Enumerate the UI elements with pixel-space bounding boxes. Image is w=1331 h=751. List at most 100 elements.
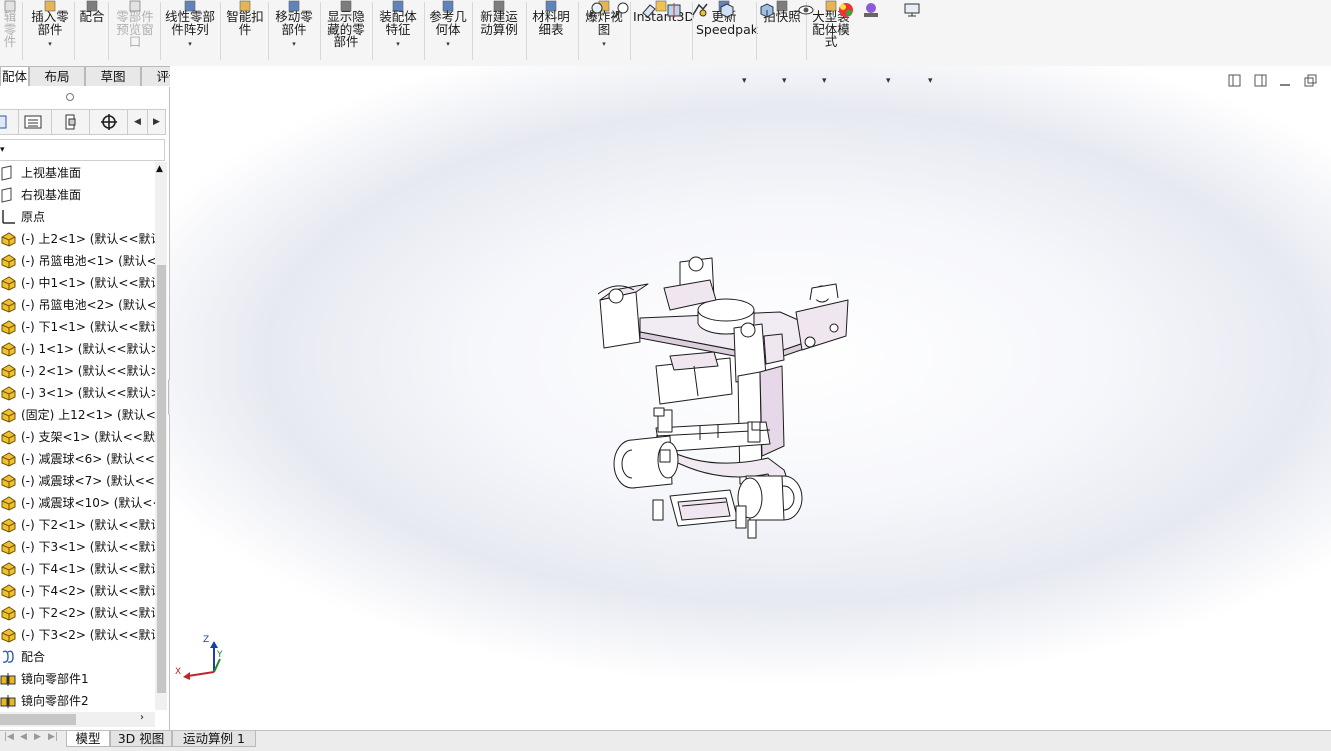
view-settings-dropdown-icon[interactable]: ▾: [928, 76, 933, 86]
view-orientation-button[interactable]: [716, 0, 736, 20]
tab-2[interactable]: 草图: [85, 66, 141, 86]
tree-item[interactable]: (-) 下3<2> (默认<<默认: [0, 624, 155, 646]
tree-item[interactable]: (-) 减震球<10> (默认<<: [0, 492, 155, 514]
hide-show-dropdown-icon[interactable]: ▾: [822, 76, 827, 86]
tree-item[interactable]: 上视基准面: [0, 162, 155, 184]
display-style-button[interactable]: [756, 0, 776, 20]
dropdown-arrow-icon[interactable]: ▾: [272, 38, 316, 51]
tree-hscroll-thumb[interactable]: [0, 714, 76, 725]
tree-item[interactable]: 镜向零部件2: [0, 690, 155, 710]
tree-item[interactable]: (-) 3<1> (默认<<默认>: [0, 382, 155, 404]
chevron-right-icon: ▶: [153, 117, 160, 127]
tree-item[interactable]: (固定) 上12<1> (默认<<: [0, 404, 155, 426]
zoom-to-area-button[interactable]: [612, 0, 632, 20]
dropdown-arrow-icon[interactable]: ▾: [27, 38, 73, 51]
part-icon: [0, 495, 16, 511]
tree-item[interactable]: (-) 中1<1> (默认<<默认: [0, 272, 155, 294]
hide-show-items-button[interactable]: [796, 0, 816, 20]
edit-appearance-button[interactable]: [836, 0, 856, 20]
bottom-tab-2[interactable]: 运动算例 1: [172, 731, 256, 747]
tree-item[interactable]: (-) 吊篮电池<1> (默认<: [0, 250, 155, 272]
section-view-button[interactable]: [664, 0, 684, 20]
dynamic-annotation-button[interactable]: [690, 0, 710, 20]
ribbon-button-6[interactable]: 移动零 部件 ▾: [272, 0, 316, 62]
ribbon-button-1[interactable]: 插入零 部件 ▾: [27, 0, 73, 62]
tab-scroll-left[interactable]: ◀: [128, 110, 148, 134]
tree-item[interactable]: 镜向零部件1: [0, 668, 155, 690]
tree-item[interactable]: 配合: [0, 646, 155, 668]
ribbon-separator: [472, 2, 473, 60]
part-icon: [0, 429, 16, 445]
tree-item-label: 右视基准面: [21, 188, 82, 202]
apply-scene-button[interactable]: [861, 0, 881, 20]
ribbon-button-9[interactable]: 参考几 何体 ▾: [426, 0, 470, 62]
property-manager-tab[interactable]: [14, 110, 52, 134]
tree-item[interactable]: (-) 上2<1> (默认<<默认: [0, 228, 155, 250]
ribbon-button-label: 新建运 动算例: [480, 9, 518, 37]
ribbon-button-2[interactable]: 配合: [76, 0, 108, 62]
bottom-tab-1[interactable]: 3D 视图: [110, 731, 172, 747]
tree-item[interactable]: (-) 2<1> (默认<<默认>: [0, 360, 155, 382]
tree-item[interactable]: (-) 下4<2> (默认<<默认: [0, 580, 155, 602]
eye-icon: [798, 5, 814, 15]
ribbon-button-7[interactable]: 显示隐 藏的零 部件: [324, 0, 368, 62]
ribbon-button-10[interactable]: 新建运 动算例: [477, 0, 521, 62]
tree-item[interactable]: (-) 减震球<7> (默认<<默: [0, 470, 155, 492]
tree-item[interactable]: 原点: [0, 206, 155, 228]
bottom-tab-0[interactable]: 模型: [66, 731, 110, 747]
scroll-up-icon: ▲: [156, 164, 163, 174]
graphics-area[interactable]: Z X Y: [170, 66, 1331, 730]
tree-item-label: (-) 吊篮电池<1> (默认<: [21, 254, 155, 268]
tree-item[interactable]: (-) 下1<1> (默认<<默认: [0, 316, 155, 338]
tab-scroll-right[interactable]: ▶: [148, 110, 166, 134]
tree-item[interactable]: (-) 下2<2> (默认<<默认: [0, 602, 155, 624]
triad-y-label: Y: [216, 650, 223, 660]
display-style-dropdown-icon[interactable]: ▾: [782, 76, 787, 86]
plane-icon: [0, 165, 16, 181]
tree-item[interactable]: 右视基准面: [0, 184, 155, 206]
property-manager-icon: [24, 115, 41, 129]
ribbon-button-3[interactable]: 零部件 预览窗 口: [112, 0, 158, 62]
previous-view-icon: [642, 4, 656, 18]
dimxpert-manager-tab[interactable]: [90, 110, 128, 134]
scene-dropdown-icon[interactable]: ▾: [886, 76, 891, 86]
tab-0[interactable]: 配体: [0, 66, 29, 86]
part-icon: [0, 341, 16, 357]
tile-right-icon[interactable]: [1254, 74, 1268, 88]
dropdown-arrow-icon[interactable]: ▾: [376, 38, 420, 51]
ribbon-button-4[interactable]: 线性零部 件阵列 ▾: [162, 0, 218, 62]
tree-filter[interactable]: ▾: [0, 139, 165, 161]
view-orientation-dropdown-icon[interactable]: ▾: [742, 76, 747, 86]
tree-item[interactable]: (-) 支架<1> (默认<<默认: [0, 426, 155, 448]
zoom-to-fit-button[interactable]: [586, 0, 606, 20]
tree-item[interactable]: (-) 下3<1> (默认<<默认: [0, 536, 155, 558]
tree-item[interactable]: (-) 下4<1> (默认<<默认: [0, 558, 155, 580]
panel-grip[interactable]: [66, 93, 74, 101]
view-settings-button[interactable]: [902, 0, 922, 20]
tree-item[interactable]: (-) 减震球<6> (默认<<默: [0, 448, 155, 470]
dropdown-arrow-icon[interactable]: ▾: [426, 38, 470, 51]
previous-view-button[interactable]: [639, 0, 659, 20]
ribbon-button-11[interactable]: 材料明 细表: [530, 0, 572, 62]
feature-tree-icon: [0, 115, 6, 129]
configuration-manager-tab[interactable]: [52, 110, 90, 134]
tree-item-label: (-) 下4<1> (默认<<默认: [21, 562, 155, 576]
dropdown-arrow-icon[interactable]: ▾: [162, 38, 218, 51]
tab-1[interactable]: 布局: [29, 66, 85, 86]
tile-left-icon[interactable]: [1228, 74, 1242, 88]
tree-item[interactable]: (-) 1<1> (默认<<默认>: [0, 338, 155, 360]
part-icon: [0, 231, 16, 247]
tree-item[interactable]: (-) 下2<1> (默认<<默认: [0, 514, 155, 536]
ribbon-button-5[interactable]: 智能扣 件: [224, 0, 266, 62]
feature-manager-panel: ◀ ▶ ▾ 上视基准面右视基准面原点 (-) 上2<1> (默认<<默认 (-) 吊…: [0, 87, 170, 730]
dropdown-arrow-icon[interactable]: ▾: [582, 38, 626, 51]
view-orientation-icon: [720, 3, 734, 18]
ribbon-button-0[interactable]: 辑零 件: [0, 0, 20, 62]
restore-icon[interactable]: [1304, 74, 1318, 88]
tree-scroll-thumb[interactable]: [157, 265, 166, 693]
minimize-icon[interactable]: [1278, 74, 1292, 88]
tab-nav-buttons[interactable]: |◀ ◀ ▶ ▶|: [0, 732, 64, 746]
ribbon-button-8[interactable]: 装配体 特征 ▾: [376, 0, 420, 62]
ribbon-button-label: 移动零 部件: [275, 9, 313, 37]
tree-item[interactable]: (-) 吊篮电池<2> (默认<: [0, 294, 155, 316]
